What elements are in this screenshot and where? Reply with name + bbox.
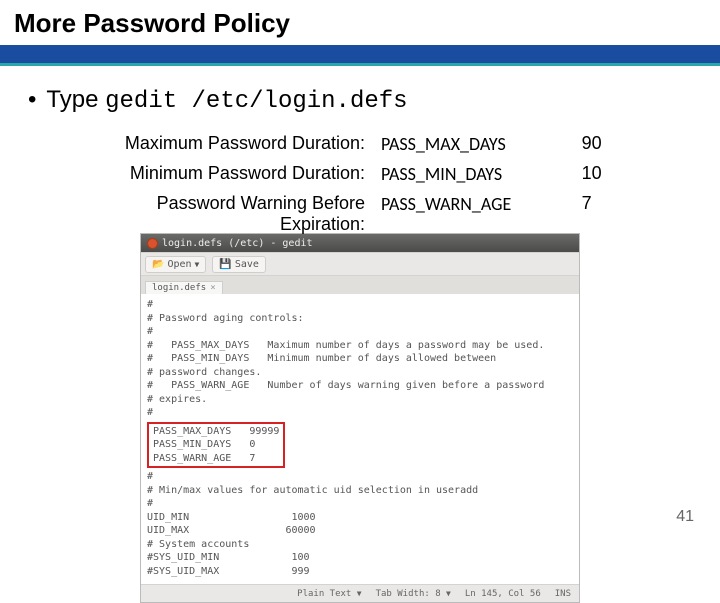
code-line: # Min/max values for automatic uid selec… [147,484,573,498]
bullet-text: Type gedit /etc/login.defs [46,86,407,115]
code-line: # [147,470,573,484]
code-line: PASS_MIN_DAYS 0 [153,438,279,452]
bullet-prefix: Type [46,86,105,113]
status-tab-width[interactable]: Tab Width: 8 ▼ [376,589,451,599]
gedit-toolbar: 📂 Open ▼ 💾 Save [141,252,579,276]
window-title: login.defs (/etc) - gedit [162,238,313,249]
code-line: # [147,497,573,511]
code-line: # [147,298,573,312]
code-line: # PASS_WARN_AGE Number of days warning g… [147,379,573,393]
param-label: Maximum Password Duration: [78,129,373,159]
open-button[interactable]: 📂 Open ▼ [145,256,206,273]
code-line: PASS_MAX_DAYS 99999 [153,425,279,439]
highlight-box: PASS_MAX_DAYS 99999 PASS_MIN_DAYS 0 PASS… [147,422,285,469]
bullet-command: gedit /etc/login.defs [105,88,407,115]
status-syntax-label: Plain Text [297,589,351,599]
param-value: 7 [574,189,668,239]
code-line: UID_MAX 60000 [147,524,573,538]
status-syntax[interactable]: Plain Text ▼ [297,589,361,599]
code-line: #SYS_UID_MAX 999 [147,565,573,579]
param-key: PASS_MIN_DAYS [373,159,574,189]
param-key: PASS_WARN_AGE [373,189,574,239]
save-button[interactable]: 💾 Save [212,256,266,273]
save-label: Save [235,259,259,270]
code-line: UID_MIN 1000 [147,511,573,525]
table-row: Maximum Password Duration: PASS_MAX_DAYS… [78,129,668,159]
save-icon: 💾 [219,259,231,270]
code-line: # [147,325,573,339]
editor-body[interactable]: # # Password aging controls: # # PASS_MA… [141,294,579,584]
status-tabwidth-label: Tab Width: 8 [376,589,441,599]
param-label: Password Warning Before Expiration: [78,189,373,239]
slide: More Password Policy • Type gedit /etc/l… [0,0,720,540]
tab-label: login.defs [152,283,206,293]
folder-open-icon: 📂 [152,259,164,270]
header-blue-band [0,45,720,63]
chevron-down-icon: ▼ [446,589,451,598]
code-line: # PASS_MIN_DAYS Minimum number of days a… [147,352,573,366]
gedit-tab-bar: login.defs × [141,276,579,294]
status-insert-mode: INS [555,589,571,599]
code-line: # [147,406,573,420]
bullet-instruction: • Type gedit /etc/login.defs [28,86,692,115]
table-row: Password Warning Before Expiration: PASS… [78,189,668,239]
param-value: 90 [574,129,668,159]
parameters-table: Maximum Password Duration: PASS_MAX_DAYS… [78,129,668,239]
gedit-titlebar: login.defs (/etc) - gedit [141,234,579,252]
status-position: Ln 145, Col 56 [465,589,541,599]
close-icon[interactable] [147,238,158,249]
page-number: 41 [676,508,694,526]
bullet-dot: • [28,86,36,114]
title-bar: More Password Policy [0,0,720,45]
code-line: # password changes. [147,366,573,380]
code-line: PASS_WARN_AGE 7 [153,452,279,466]
code-line: #SYS_UID_MIN 100 [147,551,573,565]
slide-content: • Type gedit /etc/login.defs Maximum Pas… [0,66,720,603]
code-line: # PASS_MAX_DAYS Maximum number of days a… [147,339,573,353]
table-row: Minimum Password Duration: PASS_MIN_DAYS… [78,159,668,189]
chevron-down-icon: ▼ [357,589,362,598]
open-label: Open [167,259,191,270]
code-line: # expires. [147,393,573,407]
chevron-down-icon: ▼ [195,260,200,269]
param-value: 10 [574,159,668,189]
gedit-window: login.defs (/etc) - gedit 📂 Open ▼ 💾 Sav… [140,233,580,603]
slide-title: More Password Policy [14,8,706,39]
file-tab[interactable]: login.defs × [145,281,223,294]
close-tab-icon[interactable]: × [210,283,215,293]
code-line: # Password aging controls: [147,312,573,326]
gedit-status-bar: Plain Text ▼ Tab Width: 8 ▼ Ln 145, Col … [141,584,579,602]
param-label: Minimum Password Duration: [78,159,373,189]
param-key: PASS_MAX_DAYS [373,129,574,159]
